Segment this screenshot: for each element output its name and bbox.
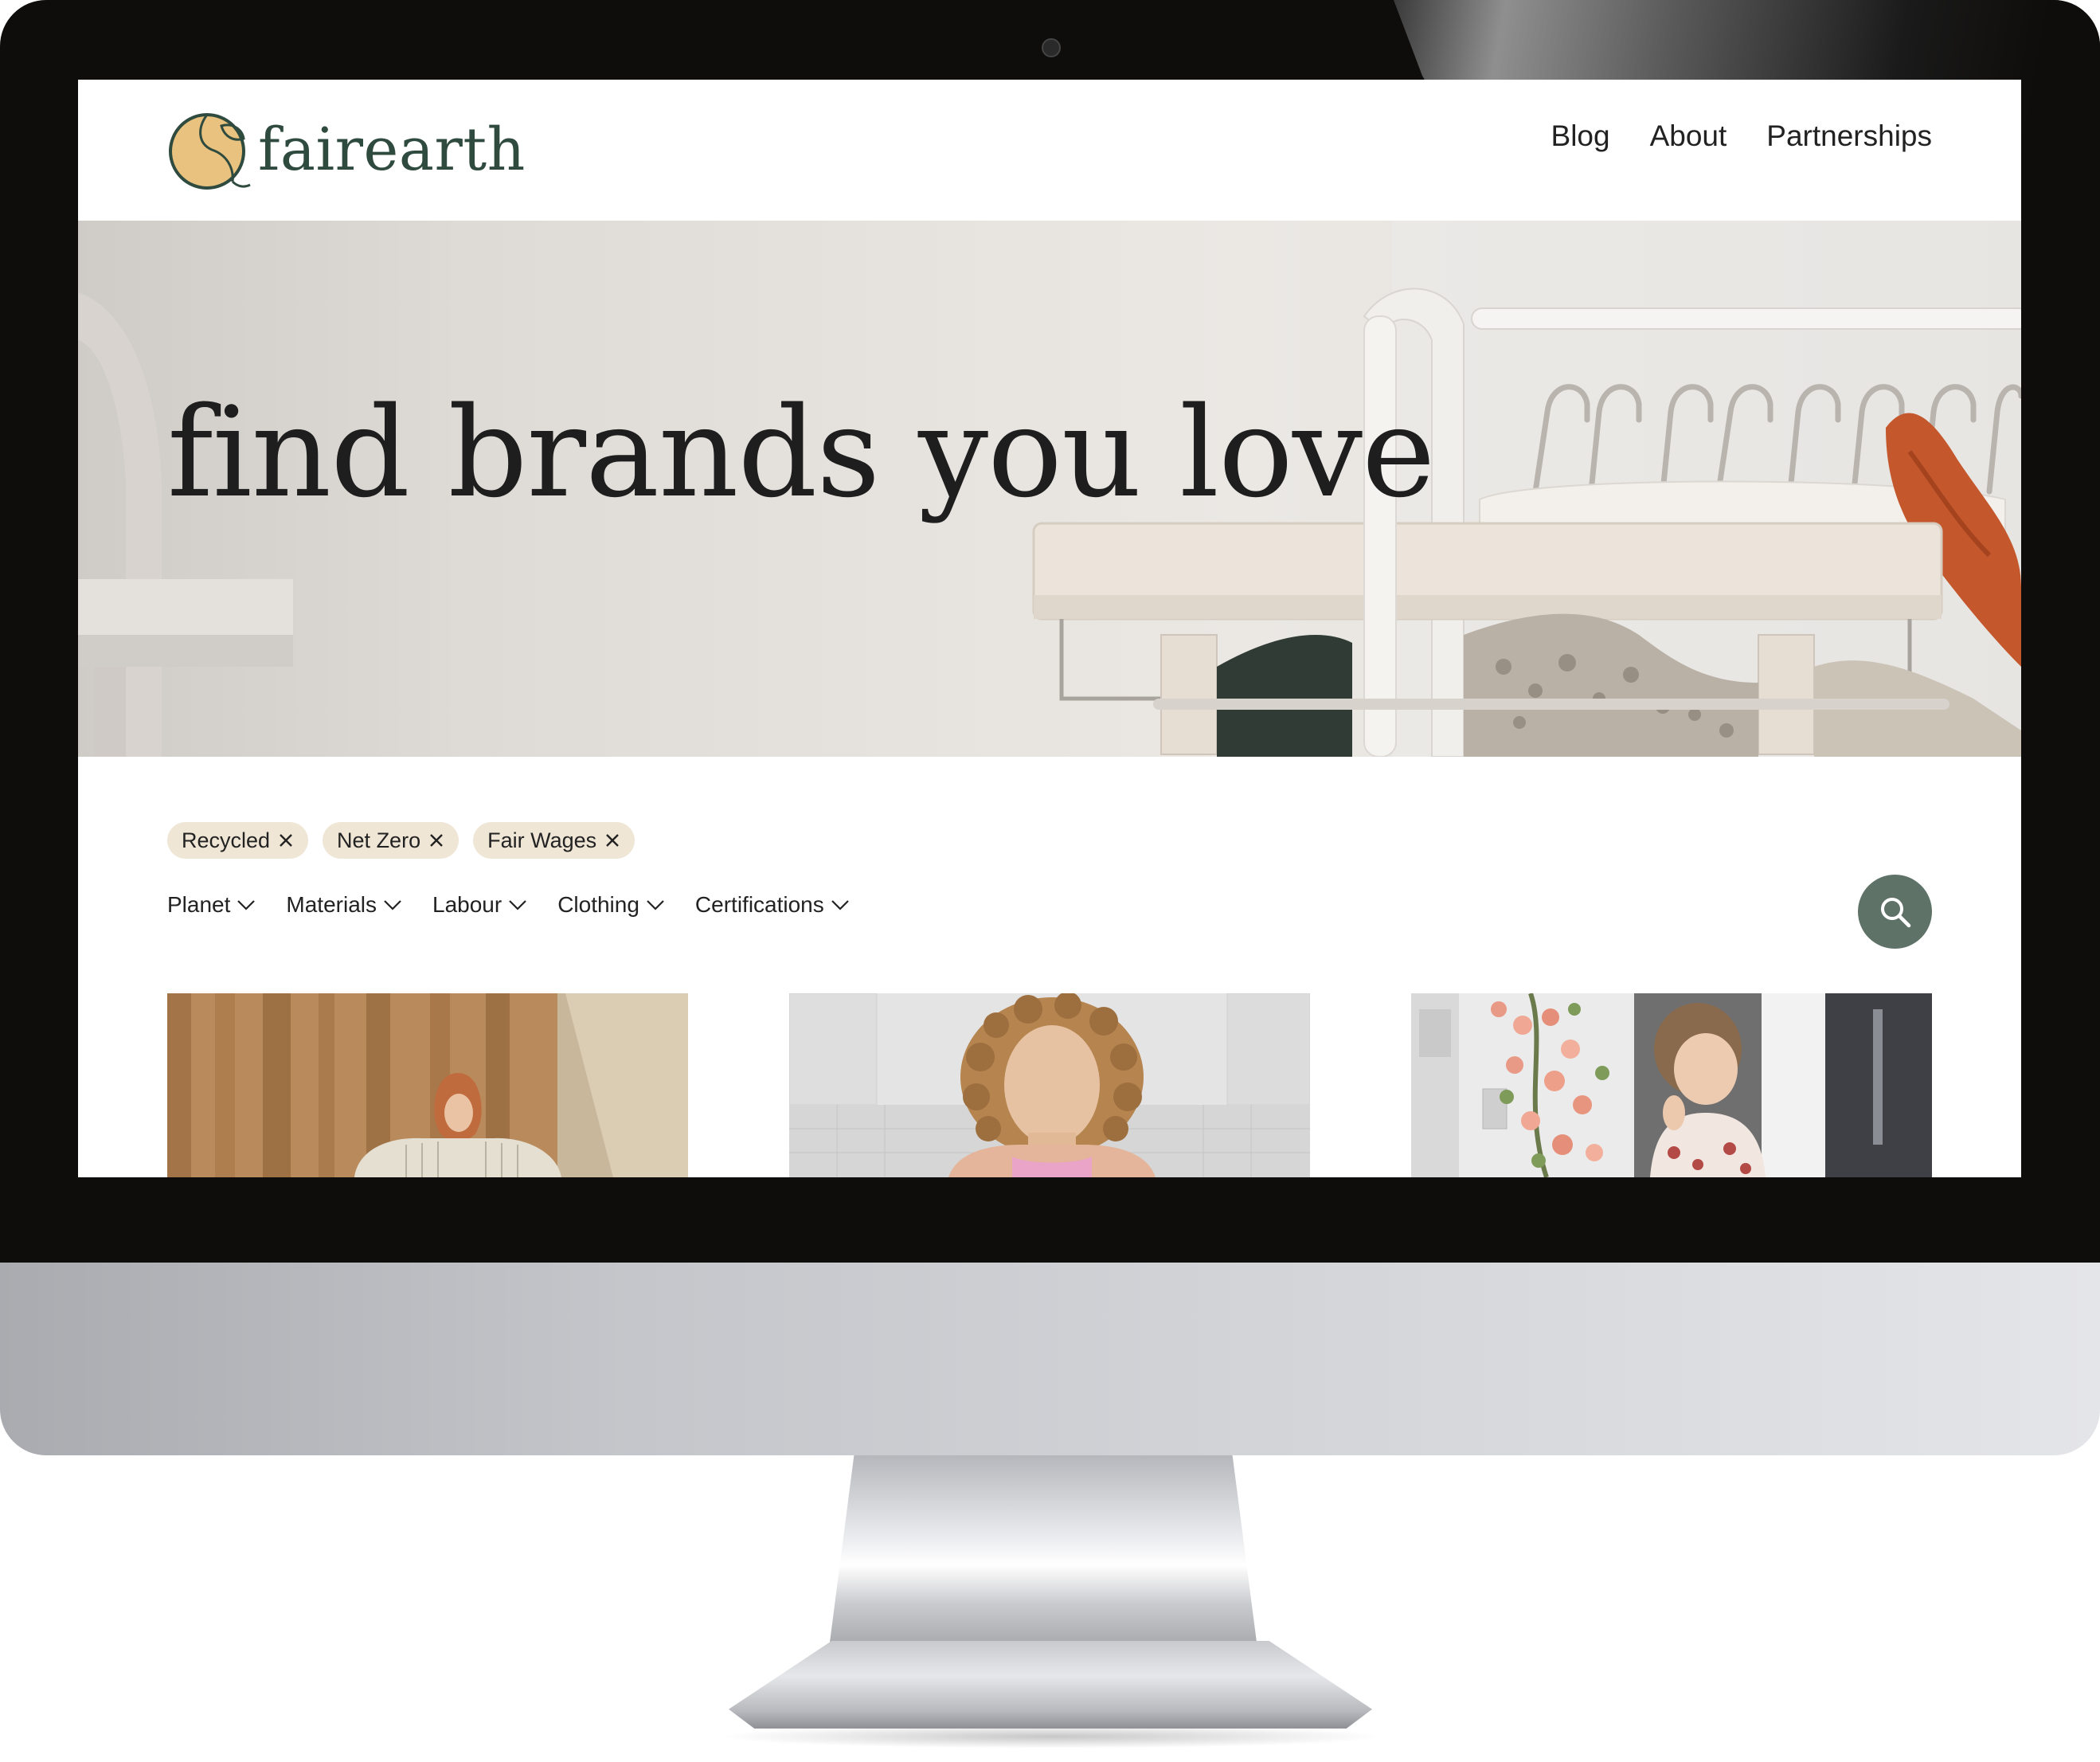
browser-viewport: fairearth Blog About Partnerships find b… — [78, 80, 2021, 1177]
chevron-down-icon — [384, 900, 401, 910]
chip-recycled[interactable]: Recycled — [167, 822, 309, 859]
curly-hair-woman-photo — [789, 993, 1310, 1177]
brand-card[interactable] — [789, 993, 1310, 1177]
filter-label: Labour — [432, 892, 503, 917]
chip-net-zero[interactable]: Net Zero — [323, 822, 459, 859]
close-icon[interactable] — [278, 832, 294, 848]
chevron-down-icon — [831, 900, 849, 910]
nav-blog[interactable]: Blog — [1551, 119, 1610, 153]
hero-title: find brands you love — [167, 380, 1435, 525]
child-flowers-photo — [1411, 993, 1932, 1177]
chevron-down-icon — [647, 900, 664, 910]
filter-label: Clothing — [557, 892, 639, 917]
filter-label: Materials — [286, 892, 377, 917]
hero-banner: find brands you love — [78, 221, 2021, 757]
logo-icon — [169, 113, 251, 190]
filter-certifications[interactable]: Certifications — [695, 892, 850, 918]
filter-label: Planet — [167, 892, 231, 917]
active-filter-chips: Recycled Net Zero Fair Wages — [167, 822, 635, 859]
nav-partnerships[interactable]: Partnerships — [1766, 119, 1932, 153]
chevron-down-icon — [237, 900, 256, 910]
filter-menu-bar: Planet Materials Labour Clothing Certifi… — [167, 892, 850, 918]
filter-materials[interactable]: Materials — [286, 892, 402, 918]
close-icon[interactable] — [428, 832, 444, 848]
woman-curtain-photo — [167, 993, 688, 1177]
chip-label: Net Zero — [337, 828, 421, 852]
monitor-stand — [828, 1455, 1258, 1654]
logo-wordmark: fairearth — [258, 116, 526, 184]
search-icon — [1880, 897, 1910, 927]
chip-label: Fair Wages — [487, 828, 597, 852]
filter-labour[interactable]: Labour — [432, 892, 527, 918]
brand-card[interactable] — [1411, 993, 1932, 1177]
chip-fair-wages[interactable]: Fair Wages — [473, 822, 635, 859]
monitor-base — [729, 1641, 1372, 1729]
logo-link[interactable]: fairearth — [166, 105, 526, 194]
site-header: fairearth Blog About Partnerships — [78, 80, 2021, 221]
main-nav: Blog About Partnerships — [1551, 119, 1932, 153]
monitor-chin — [0, 1263, 2100, 1455]
chip-label: Recycled — [182, 828, 271, 852]
filter-label: Certifications — [694, 892, 824, 917]
camera-dot — [1042, 38, 1061, 57]
search-button[interactable] — [1858, 875, 1932, 949]
chevron-down-icon — [509, 900, 526, 910]
brand-card[interactable] — [167, 993, 688, 1177]
close-icon[interactable] — [604, 832, 620, 848]
filter-clothing[interactable]: Clothing — [557, 892, 665, 918]
filter-planet[interactable]: Planet — [167, 892, 256, 918]
nav-about[interactable]: About — [1650, 119, 1727, 153]
